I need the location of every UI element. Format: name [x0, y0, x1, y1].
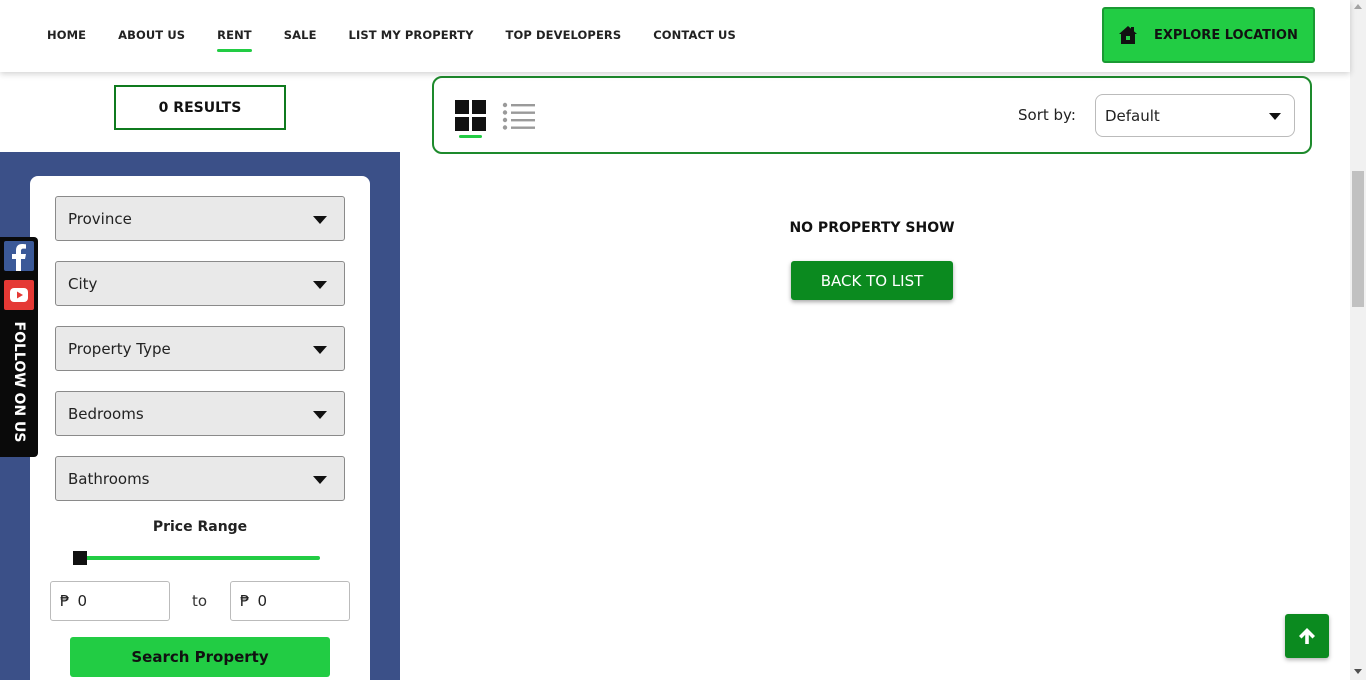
nav-top-developers[interactable]: TOP DEVELOPERS: [506, 28, 622, 42]
nav-home[interactable]: HOME: [47, 28, 86, 42]
nav-about-us[interactable]: ABOUT US: [118, 28, 185, 42]
filter-card: Province City Property Type Bedrooms Bat…: [30, 176, 370, 680]
nav-rent[interactable]: RENT: [217, 28, 252, 52]
follow-us-tab: FOLLOW ON US: [0, 237, 38, 457]
back-to-top-button[interactable]: [1285, 614, 1329, 658]
results-count: 0 RESULTS: [114, 85, 286, 130]
price-range-label: Price Range: [152, 519, 248, 535]
bedrooms-select[interactable]: Bedrooms: [55, 391, 345, 436]
list-view-icon[interactable]: [502, 102, 536, 130]
back-to-list-button[interactable]: BACK TO LIST: [791, 261, 953, 300]
bathrooms-select-label: Bathrooms: [68, 469, 150, 488]
price-range-track[interactable]: [80, 556, 320, 560]
sort-select-value: Default: [1105, 106, 1160, 125]
currency-symbol: ₱: [240, 592, 250, 610]
arrow-up-icon: [1299, 628, 1315, 644]
main-nav: HOME ABOUT US RENT SALE LIST MY PROPERTY…: [47, 28, 768, 52]
province-select-label: Province: [68, 209, 132, 228]
price-range-handle[interactable]: [73, 551, 87, 565]
nav-sale[interactable]: SALE: [284, 28, 317, 42]
property-type-select[interactable]: Property Type: [55, 326, 345, 371]
city-select-label: City: [68, 274, 98, 293]
site-header: HOME ABOUT US RENT SALE LIST MY PROPERTY…: [0, 0, 1350, 72]
scroll-down-arrow-icon[interactable]: [1354, 669, 1362, 674]
scrollbar-thumb[interactable]: [1352, 171, 1364, 307]
chevron-down-icon: [313, 216, 327, 224]
bedrooms-select-label: Bedrooms: [68, 404, 144, 423]
price-to-label: to: [192, 592, 208, 610]
search-property-button[interactable]: Search Property: [70, 637, 330, 677]
filter-sidebar: Province City Property Type Bedrooms Bat…: [0, 152, 400, 680]
province-select[interactable]: Province: [55, 196, 345, 241]
property-type-select-label: Property Type: [68, 339, 171, 358]
grid-view-icon[interactable]: [455, 100, 486, 131]
sort-by-label: Sort by:: [1018, 106, 1076, 124]
min-price-input[interactable]: ₱ 0: [50, 581, 170, 621]
scroll-up-arrow-icon[interactable]: [1354, 4, 1362, 9]
active-view-indicator: [459, 135, 482, 138]
house-icon: [1119, 26, 1137, 44]
currency-symbol: ₱: [60, 592, 70, 610]
chevron-down-icon: [313, 411, 327, 419]
min-price-value: 0: [77, 592, 88, 610]
follow-us-label: FOLLOW ON US: [11, 321, 27, 443]
listing-toolbar: Sort by: Default: [432, 76, 1312, 154]
nav-contact-us[interactable]: CONTACT US: [653, 28, 736, 42]
page-scrollbar[interactable]: [1350, 0, 1366, 680]
facebook-icon[interactable]: [4, 241, 34, 271]
explore-location-button[interactable]: EXPLORE LOCATION: [1102, 7, 1315, 63]
no-property-message: NO PROPERTY SHOW: [789, 220, 955, 236]
bathrooms-select[interactable]: Bathrooms: [55, 456, 345, 501]
explore-location-label: EXPLORE LOCATION: [1154, 27, 1298, 43]
max-price-value: 0: [257, 592, 268, 610]
chevron-down-icon: [1269, 113, 1281, 120]
chevron-down-icon: [313, 281, 327, 289]
nav-list-my-property[interactable]: LIST MY PROPERTY: [349, 28, 474, 42]
chevron-down-icon: [313, 346, 327, 354]
city-select[interactable]: City: [55, 261, 345, 306]
max-price-input[interactable]: ₱ 0: [230, 581, 350, 621]
sort-select[interactable]: Default: [1095, 94, 1295, 137]
youtube-icon[interactable]: [4, 280, 34, 310]
chevron-down-icon: [313, 476, 327, 484]
